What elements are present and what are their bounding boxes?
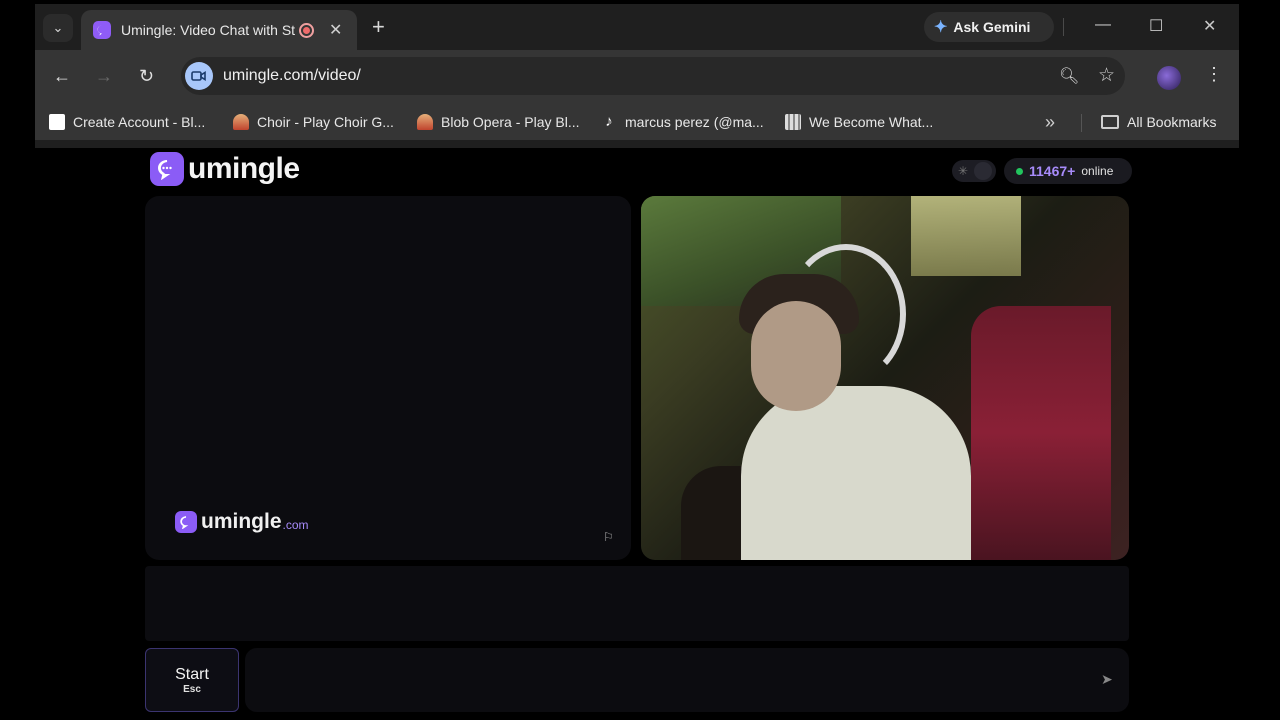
tab-strip: ⌄ Umingle: Video Chat with St ✕ + ✦ Ask … — [35, 4, 1239, 50]
bookmark-label: Blob Opera - Play Bl... — [441, 114, 580, 130]
tiktok-icon: ♪ — [605, 113, 613, 130]
logo-text: umingle — [188, 152, 300, 185]
tab-umingle[interactable]: Umingle: Video Chat with St ✕ — [81, 10, 357, 50]
kebab-menu-icon[interactable]: ⋮ — [1205, 64, 1223, 85]
chat-bubble-icon — [175, 511, 197, 533]
start-label: Start — [175, 665, 209, 683]
start-button[interactable]: Start Esc — [145, 648, 239, 712]
bookmark-label: Create Account - Bl... — [73, 114, 206, 130]
bookmarks-bar: Create Account - Bl... Choir - Play Choi… — [35, 106, 1239, 140]
bookmark-item[interactable]: Choir - Play Choir G... — [233, 114, 394, 130]
video-camera-icon[interactable] — [185, 62, 213, 90]
watermark-text: umingle — [201, 510, 282, 533]
chat-bubble-icon — [93, 21, 111, 39]
address-bar[interactable]: umingle.com/video/ 🔍︎ ☆ — [181, 57, 1125, 95]
figure-icon — [233, 114, 249, 130]
zoom-icon[interactable]: 🔍︎ — [1059, 66, 1079, 86]
maximize-icon[interactable]: ☐ — [1149, 16, 1163, 36]
window-close-icon[interactable]: ✕ — [1203, 16, 1216, 36]
bookmark-item[interactable]: ♪ marcus perez (@ma... — [601, 113, 764, 131]
chat-log — [145, 566, 1129, 641]
video-watermark: umingle .com — [175, 510, 309, 534]
forward-arrow-icon[interactable]: → — [95, 66, 113, 87]
new-tab-icon[interactable]: + — [372, 14, 385, 40]
bookmark-item[interactable]: Blob Opera - Play Bl... — [417, 114, 580, 130]
online-count: 11467+ — [1029, 163, 1076, 179]
minimize-icon[interactable]: — — [1095, 16, 1111, 34]
video-person-shirt — [741, 386, 971, 560]
umingle-page: umingle ✳ 11467+ online umingle .com ⚐ S… — [0, 148, 1280, 720]
more-bookmarks-icon[interactable]: » — [1045, 112, 1055, 133]
watermark-suffix: .com — [282, 518, 309, 532]
self-video — [641, 196, 1129, 560]
video-headset — [786, 244, 906, 384]
ask-gemini-button[interactable]: ✦ Ask Gemini — [924, 12, 1054, 42]
video-background — [911, 196, 1021, 276]
tab-close-icon[interactable]: ✕ — [329, 20, 342, 40]
chat-bubble-icon — [150, 152, 184, 186]
bookmark-label: Choir - Play Choir G... — [257, 114, 394, 130]
theme-toggle[interactable]: ✳ — [952, 160, 996, 182]
folder-icon — [1101, 115, 1119, 129]
profile-avatar[interactable] — [1157, 66, 1181, 90]
start-shortcut-key: Esc — [183, 683, 201, 695]
figure-icon — [417, 114, 433, 130]
browser-window: ⌄ Umingle: Video Chat with St ✕ + ✦ Ask … — [35, 4, 1239, 148]
online-counter: 11467+ online — [1004, 158, 1132, 184]
message-input[interactable] — [245, 648, 1129, 712]
divider — [1081, 114, 1082, 132]
ask-gemini-label: Ask Gemini — [953, 19, 1031, 35]
video-background — [971, 306, 1111, 560]
report-flag-icon[interactable]: ⚐ — [603, 530, 614, 544]
online-label: online — [1081, 164, 1114, 178]
toggle-knob — [974, 162, 993, 180]
url-text[interactable]: umingle.com/video/ — [223, 67, 361, 85]
online-status-dot — [1016, 167, 1023, 175]
reload-icon[interactable]: ↻ — [139, 66, 154, 87]
back-arrow-icon[interactable]: ← — [53, 66, 71, 87]
site-logo[interactable]: umingle — [150, 152, 300, 186]
all-bookmarks-label: All Bookmarks — [1127, 114, 1217, 130]
recording-icon — [299, 22, 314, 38]
grid-icon — [785, 114, 801, 130]
bookmark-label: We Become What... — [809, 114, 934, 130]
bookmark-item[interactable]: Create Account - Bl... — [49, 114, 205, 130]
divider — [1063, 18, 1064, 36]
all-bookmarks-button[interactable]: All Bookmarks — [1101, 114, 1216, 130]
bookmark-item[interactable]: We Become What... — [785, 114, 933, 130]
stranger-video: umingle .com ⚐ — [145, 196, 631, 560]
sun-icon: ✳ — [958, 164, 969, 178]
send-icon[interactable]: ➤ — [1101, 671, 1113, 688]
tab-title: Umingle: Video Chat with St — [121, 22, 296, 38]
browser-toolbar: ← → ↻ umingle.com/video/ 🔍︎ ☆ ⋮ — [35, 50, 1239, 106]
tab-search-icon[interactable]: ⌄ — [43, 14, 73, 42]
tile-icon — [49, 114, 65, 130]
bookmark-star-icon[interactable]: ☆ — [1098, 64, 1115, 87]
bookmark-label: marcus perez (@ma... — [625, 114, 764, 130]
gemini-sparkle-icon: ✦ — [934, 19, 948, 36]
